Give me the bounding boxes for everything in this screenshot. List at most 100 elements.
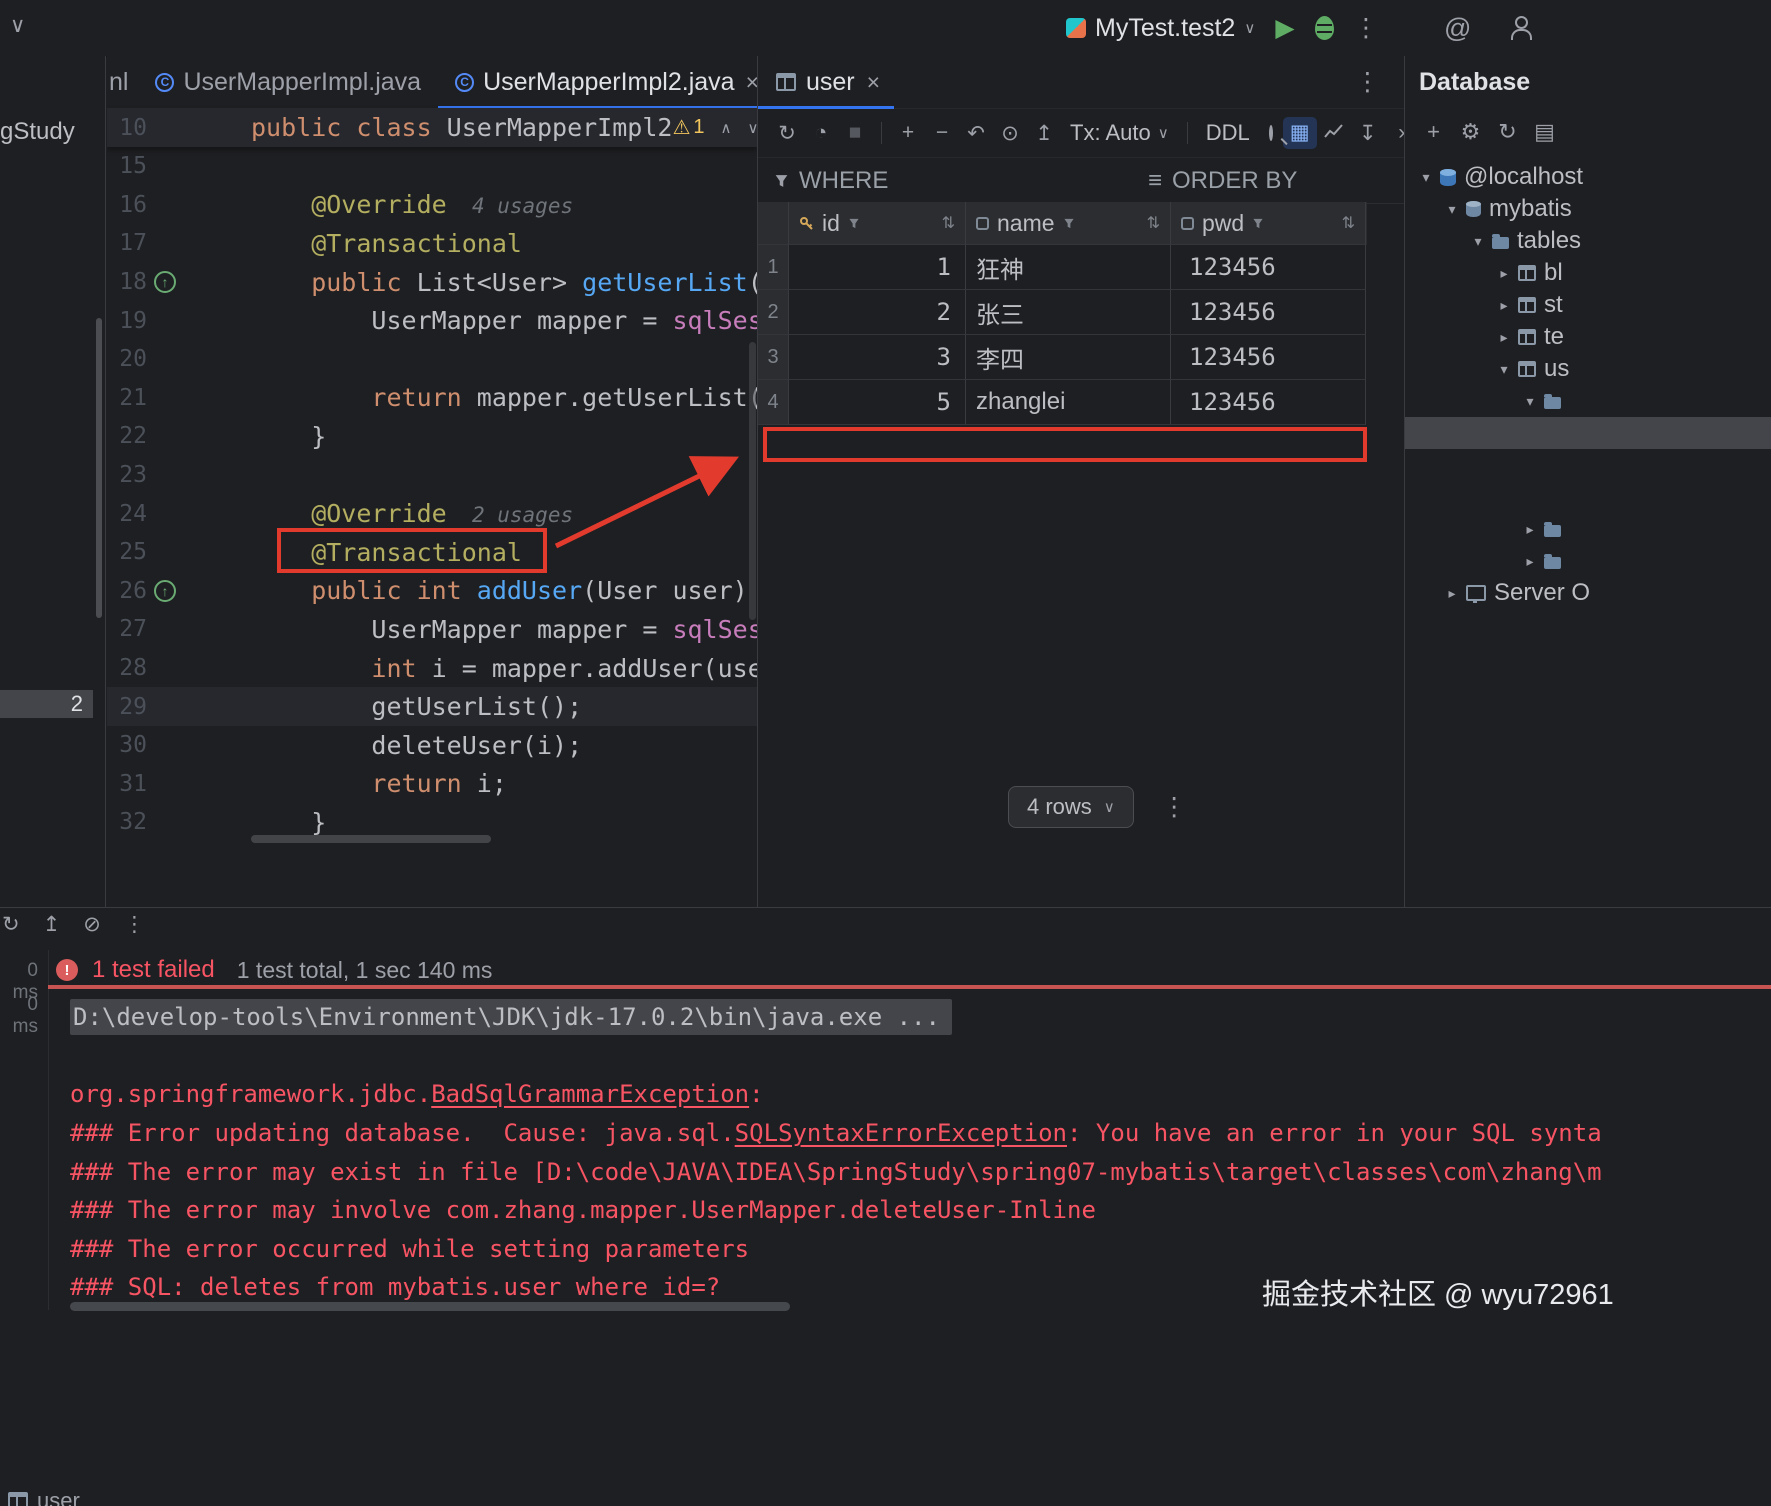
- code-line-28[interactable]: 28 int i = mapper.addUser(user): [107, 649, 757, 688]
- cell-id[interactable]: 2: [789, 290, 966, 335]
- grid-row-2[interactable]: 2 2 张三 123456: [758, 290, 1367, 335]
- cell-id[interactable]: 1: [789, 245, 966, 290]
- code-line-21[interactable]: 21 return mapper.getUserList();: [107, 379, 757, 418]
- grid-view-icon[interactable]: ▦: [1282, 117, 1317, 149]
- commit-icon[interactable]: ⊙: [993, 121, 1027, 146]
- suspend-icon[interactable]: ⊘: [83, 912, 101, 937]
- panel-options-icon[interactable]: ▤: [1526, 119, 1563, 145]
- code-line-27[interactable]: 27 UserMapper mapper = sqlSessi: [107, 610, 757, 649]
- project-scrollbar[interactable]: [96, 318, 102, 618]
- db-tree-item-st[interactable]: ▸ st: [1405, 289, 1771, 321]
- db-tree-item[interactable]: [1405, 481, 1771, 513]
- tab-usermapperimpl2[interactable]: C UserMapperImpl2.java ×: [438, 56, 757, 109]
- prev-problem-icon[interactable]: ∧: [721, 119, 732, 137]
- tab-usermapperimpl[interactable]: C UserMapperImpl.java: [138, 56, 438, 108]
- datasource-properties-icon[interactable]: ⚙: [1452, 119, 1489, 145]
- main-menu-chevron-icon[interactable]: ∨: [10, 13, 25, 38]
- code-line-31[interactable]: 31 return i;: [107, 765, 757, 804]
- collapsed-chevron-icon[interactable]: ▸: [1493, 329, 1515, 346]
- db-tree-item[interactable]: [1405, 449, 1771, 481]
- close-tab-icon[interactable]: ×: [746, 69, 757, 96]
- db-tree-item[interactable]: [1405, 417, 1771, 449]
- next-problem-icon[interactable]: ∨: [748, 119, 758, 137]
- code-line-18[interactable]: 18 ↑ public List<User> getUserList(): [107, 263, 757, 302]
- sort-icon[interactable]: ⇅: [1147, 213, 1160, 233]
- filter-funnel-icon[interactable]: [774, 174, 789, 188]
- grid-row-1[interactable]: 1 1 狂神 123456: [758, 245, 1367, 290]
- cell-id[interactable]: 5: [789, 380, 966, 425]
- collapsed-chevron-icon[interactable]: ▸: [1519, 521, 1541, 538]
- warning-badge[interactable]: ⚠ 1: [672, 115, 704, 140]
- grid-row-3[interactable]: 3 3 李四 123456: [758, 335, 1367, 380]
- export-data-icon[interactable]: ↧: [1351, 121, 1385, 146]
- mentions-icon[interactable]: @: [1444, 13, 1471, 44]
- cell-name[interactable]: 狂神: [966, 245, 1171, 290]
- cell-name[interactable]: 张三: [966, 290, 1171, 335]
- grid-row-4[interactable]: 4 5 zhanglei 123456: [758, 380, 1367, 425]
- console-horizontal-scrollbar[interactable]: [70, 1302, 790, 1311]
- code-line-20[interactable]: 20: [107, 340, 757, 379]
- expanded-chevron-icon[interactable]: ▾: [1415, 169, 1437, 186]
- code-line-19[interactable]: 19 UserMapper mapper = sqlSessi: [107, 301, 757, 340]
- close-tab-icon[interactable]: ×: [867, 69, 880, 96]
- reload-page-icon[interactable]: ↻: [770, 121, 804, 146]
- revert-icon[interactable]: ↶: [959, 121, 993, 146]
- schedule-refresh-icon[interactable]: ◔: [804, 121, 838, 145]
- order-by-field[interactable]: ≡ ORDER BY: [1148, 167, 1297, 195]
- code-line-24[interactable]: 24 @Override 2 usages: [107, 494, 757, 533]
- cell-name[interactable]: zhanglei: [966, 380, 1171, 425]
- code-line-15[interactable]: 15: [107, 147, 757, 186]
- editor-vertical-scrollbar[interactable]: [749, 342, 756, 620]
- delete-row-icon[interactable]: −: [925, 121, 959, 145]
- new-datasource-icon[interactable]: +: [1415, 119, 1452, 145]
- search-icon[interactable]: [1268, 125, 1273, 141]
- rerun-tests-icon[interactable]: ↻: [2, 912, 20, 937]
- column-filter-icon[interactable]: [848, 218, 860, 229]
- collapsed-chevron-icon[interactable]: ▸: [1441, 585, 1463, 602]
- code-line-23[interactable]: 23: [107, 456, 757, 495]
- db-tree-item-mybatis[interactable]: ▾ mybatis: [1405, 193, 1771, 225]
- export-results-icon[interactable]: ↥: [43, 912, 61, 937]
- console-output[interactable]: D:\develop-tools\Environment\JDK\jdk-17.…: [48, 998, 1771, 1307]
- debug-button[interactable]: [1314, 16, 1334, 40]
- tab-user-table[interactable]: user ×: [758, 56, 895, 109]
- cell-pwd[interactable]: 123456: [1171, 290, 1366, 335]
- more-run-actions-icon[interactable]: ⋮: [1354, 13, 1379, 43]
- run-config-selector[interactable]: MyTest.test2 ∨: [1066, 14, 1255, 43]
- where-filter-field[interactable]: WHERE: [799, 167, 888, 195]
- ddl-button[interactable]: DDL: [1206, 120, 1250, 146]
- submit-icon[interactable]: ↥: [1027, 121, 1061, 146]
- tab-partial[interactable]: nl: [107, 56, 138, 108]
- column-header-pwd[interactable]: pwd ⇅: [1171, 202, 1366, 245]
- code-area[interactable]: 15 16 @Override 4 usages 17 @Transactional…: [107, 147, 757, 842]
- code-line-25[interactable]: 25 @Transactional: [107, 533, 757, 572]
- column-filter-icon[interactable]: [1252, 218, 1264, 229]
- db-tree-item[interactable]: ▸: [1405, 545, 1771, 577]
- column-header-id[interactable]: id ⇅: [789, 202, 966, 245]
- tx-mode-selector[interactable]: Tx: Auto ∨: [1070, 120, 1169, 146]
- sort-icon[interactable]: ⇅: [942, 213, 955, 233]
- cell-name[interactable]: 李四: [966, 335, 1171, 380]
- rows-count-button[interactable]: 4 rows ∨: [1008, 786, 1134, 828]
- column-header-name[interactable]: name ⇅: [966, 202, 1171, 245]
- sticky-class-line[interactable]: 10 public class UserMapperImpl2 ⚠ 1 ∧ ∨: [107, 108, 757, 147]
- cell-pwd[interactable]: 123456: [1171, 245, 1366, 290]
- expanded-chevron-icon[interactable]: ▾: [1519, 393, 1541, 410]
- cell-pwd[interactable]: 123456: [1171, 335, 1366, 380]
- expanded-chevron-icon[interactable]: ▾: [1493, 361, 1515, 378]
- column-filter-icon[interactable]: [1063, 218, 1075, 229]
- expanded-chevron-icon[interactable]: ▾: [1467, 233, 1489, 250]
- more-options-icon[interactable]: ⋮: [124, 912, 145, 937]
- editor-horizontal-scrollbar[interactable]: [251, 835, 491, 843]
- code-line-26[interactable]: 26 ↑ public int addUser(User user) {: [107, 572, 757, 611]
- collapsed-chevron-icon[interactable]: ▸: [1493, 297, 1515, 314]
- project-name-partial[interactable]: gStudy: [0, 118, 75, 146]
- db-tree-item[interactable]: ▸: [1405, 513, 1771, 545]
- collapsed-chevron-icon[interactable]: ▸: [1519, 553, 1541, 570]
- refresh-icon[interactable]: ↻: [1489, 119, 1526, 145]
- sort-icon[interactable]: ⇅: [1342, 213, 1355, 233]
- code-line-30[interactable]: 30 deleteUser(i);: [107, 726, 757, 765]
- add-user-icon[interactable]: [1507, 15, 1533, 41]
- db-tree-item-tables[interactable]: ▾ tables: [1405, 225, 1771, 257]
- grid-options-icon[interactable]: ⋮: [1355, 67, 1380, 97]
